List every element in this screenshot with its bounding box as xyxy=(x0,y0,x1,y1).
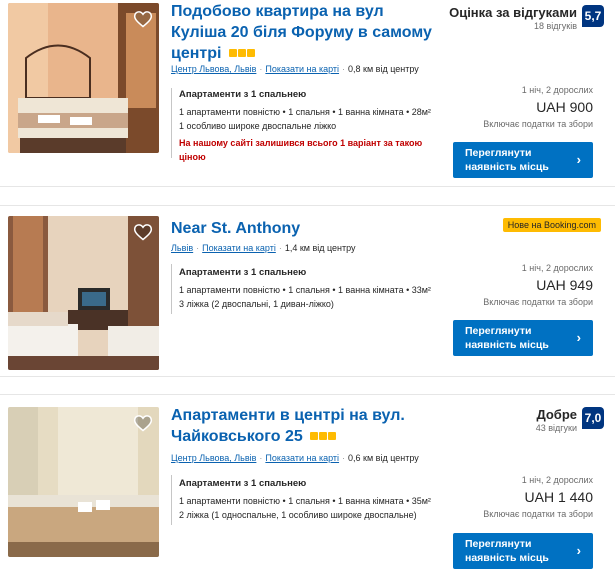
chevron-right-icon: › xyxy=(576,330,581,345)
new-on-booking-badge: Нове на Booking.com xyxy=(502,218,601,232)
room-detail-line: 1 особливо широке двоспальне ліжко xyxy=(179,121,337,131)
price-block: 1 ніч, 2 дорослих UAH 949 Включає податк… xyxy=(483,263,593,307)
property-card: Near St. Anthony Львів · Показати на карті… xyxy=(0,205,615,377)
taxes-note: Включає податки та збори xyxy=(483,509,593,519)
price: UAH 900 xyxy=(536,99,593,115)
review-score[interactable]: Оцінка за відгуками 18 відгуків 5,7 xyxy=(449,5,604,31)
stay-guests: 1 ніч, 2 дорослих xyxy=(521,263,593,273)
rating-squares xyxy=(228,48,256,59)
room-details: Апартаменти з 1 спальнею 1 апартаменти п… xyxy=(179,266,449,311)
see-availability-button[interactable]: Переглянути наявність місць › xyxy=(453,320,593,356)
stay-guests: 1 ніч, 2 дорослих xyxy=(521,85,593,95)
property-title[interactable]: Near St. Anthony xyxy=(171,220,300,237)
location-line: Центр Львова, Львів · Показати на карті · 0,… xyxy=(171,453,419,463)
search-results-list: Подобово квартира на вул Куліша 20 біля … xyxy=(0,0,615,575)
button-label: Переглянути наявність місць xyxy=(465,147,549,173)
score-word: Оцінка за відгуками xyxy=(449,5,577,20)
square-star-icon xyxy=(237,48,246,57)
see-availability-button[interactable]: Переглянути наявність місць › xyxy=(453,533,593,569)
property-title[interactable]: Апартаменти в центрі на вул. Чайковськог… xyxy=(171,407,405,445)
favorite-heart-icon[interactable] xyxy=(133,222,153,242)
show-on-map-link[interactable]: Показати на карті xyxy=(265,453,339,463)
distance-text: 0,6 км від центру xyxy=(348,453,419,463)
chevron-right-icon: › xyxy=(576,543,581,558)
property-title-block: Апартаменти в центрі на вул. Чайковськог… xyxy=(171,405,436,447)
review-count: 43 відгуки xyxy=(535,423,577,433)
see-availability-button[interactable]: Переглянути наявність місць › xyxy=(453,142,593,178)
distance-text: 1,4 км від центру xyxy=(284,243,356,253)
property-title[interactable]: Подобово квартира на вул Куліша 20 біля … xyxy=(171,3,432,62)
details-divider xyxy=(171,264,172,314)
room-detail-line: 1 апартаменти повністю • 1 спальня • 1 в… xyxy=(179,107,431,117)
property-card: Апартаменти в центрі на вул. Чайковськог… xyxy=(0,394,615,575)
details-divider xyxy=(171,475,172,525)
taxes-note: Включає податки та збори xyxy=(483,297,593,307)
room-type: Апартаменти з 1 спальнею xyxy=(179,267,307,278)
square-star-icon xyxy=(246,48,255,57)
favorite-heart-icon[interactable] xyxy=(133,9,153,29)
square-star-icon xyxy=(310,431,319,440)
taxes-note: Включає податки та збори xyxy=(483,119,593,129)
review-score[interactable]: Добре 43 відгуки 7,0 xyxy=(536,407,604,433)
location-link[interactable]: Центр Львова, Львів xyxy=(171,453,256,463)
location-line: Львів · Показати на карті · 1,4 км від центр… xyxy=(171,243,356,253)
rating-squares xyxy=(310,431,337,442)
score-word: Добре xyxy=(536,407,577,422)
price-block: 1 ніч, 2 дорослих UAH 1 440 Включає пода… xyxy=(483,475,593,519)
location-link[interactable]: Центр Львова, Львів xyxy=(171,64,256,74)
room-details: Апартаменти з 1 спальнею 1 апартаменти п… xyxy=(179,88,439,164)
property-title-block: Подобово квартира на вул Куліша 20 біля … xyxy=(171,1,436,64)
room-detail-line: 1 апартаменти повністю • 1 спальня • 1 в… xyxy=(179,285,431,295)
details-divider xyxy=(171,88,172,158)
square-star-icon xyxy=(328,431,337,440)
property-photo[interactable] xyxy=(8,3,159,153)
price-block: 1 ніч, 2 дорослих UAH 900 Включає податк… xyxy=(483,85,593,129)
button-label: Переглянути наявність місць xyxy=(465,325,549,351)
price: UAH 1 440 xyxy=(524,489,593,505)
favorite-heart-icon[interactable] xyxy=(133,413,153,433)
price: UAH 949 xyxy=(536,277,593,293)
square-star-icon xyxy=(319,431,328,440)
room-type: Апартаменти з 1 спальнею xyxy=(179,478,307,489)
show-on-map-link[interactable]: Показати на карті xyxy=(202,243,276,253)
location-link[interactable]: Львів xyxy=(171,243,193,253)
square-star-icon xyxy=(228,48,237,57)
availability-warning: На нашому сайті залишився всього 1 варіа… xyxy=(179,138,423,162)
property-title-block: Near St. Anthony xyxy=(171,218,436,239)
chevron-right-icon: › xyxy=(576,152,581,167)
show-on-map-link[interactable]: Показати на карті xyxy=(265,64,339,74)
room-details: Апартаменти з 1 спальнею 1 апартаменти п… xyxy=(179,477,449,522)
room-type: Апартаменти з 1 спальнею xyxy=(179,89,307,100)
distance-text: 0,8 км від центру xyxy=(348,64,419,74)
score-badge: 5,7 xyxy=(582,5,604,27)
stay-guests: 1 ніч, 2 дорослих xyxy=(521,475,593,485)
property-card: Подобово квартира на вул Куліша 20 біля … xyxy=(0,0,615,187)
room-detail-line: 2 ліжка (1 односпальне, 1 особливо широк… xyxy=(179,510,417,520)
button-label: Переглянути наявність місць xyxy=(465,538,549,564)
score-badge: 7,0 xyxy=(582,407,604,429)
property-photo[interactable] xyxy=(8,216,159,370)
room-detail-line: 1 апартаменти повністю • 1 спальня • 1 в… xyxy=(179,496,431,506)
review-count: 18 відгуків xyxy=(533,21,577,31)
property-photo[interactable] xyxy=(8,407,159,557)
location-line: Центр Львова, Львів · Показати на карті · 0,… xyxy=(171,64,419,74)
room-detail-line: 3 ліжка (2 двоспальні, 1 диван-ліжко) xyxy=(179,299,334,309)
